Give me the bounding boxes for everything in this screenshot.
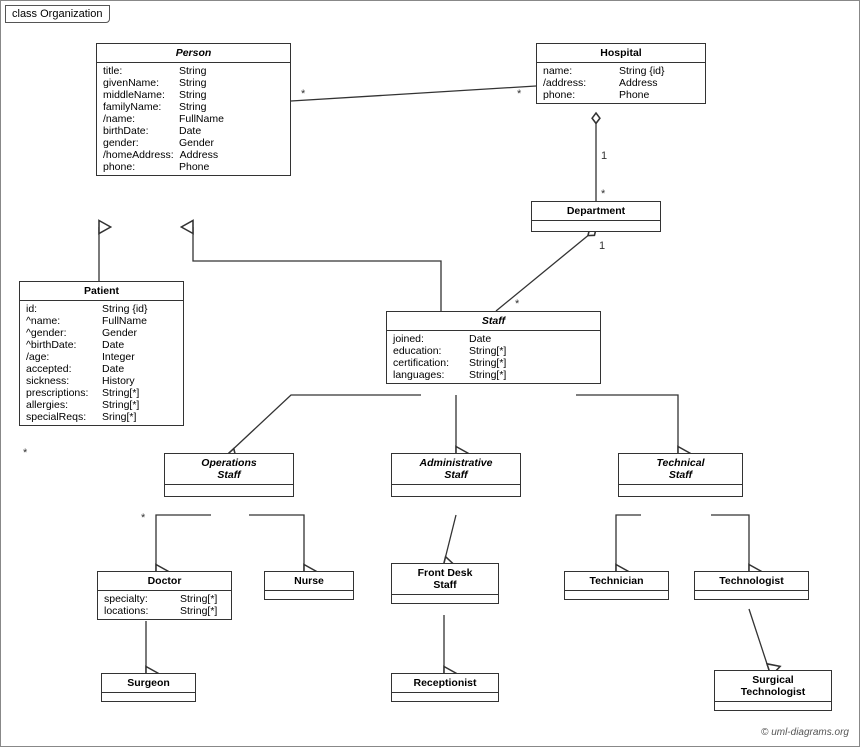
class-technician: Technician — [564, 571, 669, 600]
diagram-title: class Organization — [5, 5, 110, 23]
class-staff-header: Staff — [387, 312, 600, 331]
class-receptionist-body — [392, 693, 498, 701]
class-department-body — [532, 221, 660, 231]
class-nurse-header: Nurse — [265, 572, 353, 591]
class-receptionist: Receptionist — [391, 673, 499, 702]
class-department-header: Department — [532, 202, 660, 221]
class-surgeon-header: Surgeon — [102, 674, 195, 693]
svg-text:*: * — [601, 188, 606, 200]
class-department: Department — [531, 201, 661, 232]
svg-text:1: 1 — [601, 150, 607, 162]
class-hospital-body: name:String {id} /address:Address phone:… — [537, 63, 705, 103]
class-receptionist-header: Receptionist — [392, 674, 498, 693]
class-technologist-body — [695, 591, 808, 599]
svg-text:*: * — [517, 88, 522, 100]
class-nurse-body — [265, 591, 353, 599]
copyright-text: © uml-diagrams.org — [761, 727, 849, 738]
class-patient-body: id:String {id} ^name:FullName ^gender:Ge… — [20, 301, 183, 425]
class-technical-staff-body — [619, 485, 742, 493]
svg-text:1: 1 — [599, 240, 605, 252]
class-technician-body — [565, 591, 668, 599]
diagram-container: class Organization 1 * — [0, 0, 860, 747]
class-person: Person title:String givenName:String mid… — [96, 43, 291, 176]
class-patient: Patient id:String {id} ^name:FullName ^g… — [19, 281, 184, 426]
class-administrative-staff-header: AdministrativeStaff — [392, 454, 520, 485]
class-hospital-header: Hospital — [537, 44, 705, 63]
class-person-body: title:String givenName:String middleName… — [97, 63, 290, 175]
class-technician-header: Technician — [565, 572, 668, 591]
class-hospital: Hospital name:String {id} /address:Addre… — [536, 43, 706, 104]
class-surgical-technologist: SurgicalTechnologist — [714, 670, 832, 711]
class-doctor-body: specialty:String[*] locations:String[*] — [98, 591, 231, 619]
class-administrative-staff: AdministrativeStaff — [391, 453, 521, 497]
class-staff-body: joined:Date education:String[*] certific… — [387, 331, 600, 383]
class-technical-staff-header: TechnicalStaff — [619, 454, 742, 485]
class-technical-staff: TechnicalStaff — [618, 453, 743, 497]
class-operations-staff-body — [165, 485, 293, 493]
class-technologist-header: Technologist — [695, 572, 808, 591]
class-nurse: Nurse — [264, 571, 354, 600]
svg-text:*: * — [515, 298, 520, 310]
svg-text:*: * — [301, 88, 306, 100]
class-surgical-technologist-body — [715, 702, 831, 710]
svg-text:*: * — [23, 447, 28, 459]
class-technologist: Technologist — [694, 571, 809, 600]
class-surgeon: Surgeon — [101, 673, 196, 702]
class-patient-header: Patient — [20, 282, 183, 301]
class-operations-staff: OperationsStaff — [164, 453, 294, 497]
svg-text:*: * — [141, 512, 146, 524]
class-front-desk-staff-header: Front DeskStaff — [392, 564, 498, 595]
class-doctor: Doctor specialty:String[*] locations:Str… — [97, 571, 232, 620]
class-operations-staff-header: OperationsStaff — [165, 454, 293, 485]
class-person-header: Person — [97, 44, 290, 63]
class-doctor-header: Doctor — [98, 572, 231, 591]
class-front-desk-staff: Front DeskStaff — [391, 563, 499, 604]
class-surgeon-body — [102, 693, 195, 701]
class-front-desk-staff-body — [392, 595, 498, 603]
class-surgical-technologist-header: SurgicalTechnologist — [715, 671, 831, 702]
class-administrative-staff-body — [392, 485, 520, 493]
class-staff: Staff joined:Date education:String[*] ce… — [386, 311, 601, 384]
